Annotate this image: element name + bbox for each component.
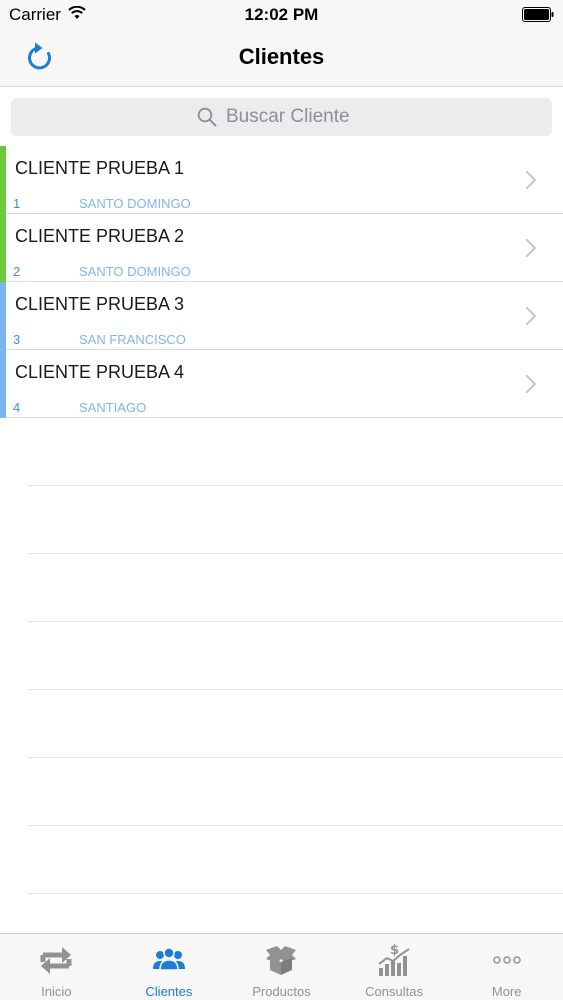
battery-icon	[522, 7, 554, 22]
chevron-right-icon	[525, 306, 537, 326]
client-name: CLIENTE PRUEBA 4	[15, 362, 185, 382]
users-icon	[152, 947, 185, 971]
client-city: SANTIAGO	[79, 400, 147, 415]
wifi-icon	[68, 6, 86, 19]
status-stripe	[0, 350, 6, 418]
navigation-bar: Clientes	[0, 30, 563, 87]
boxes-icon	[266, 946, 297, 975]
client-name: CLIENTE PRUEBA 3	[15, 294, 185, 314]
empty-row	[28, 690, 563, 758]
empty-list-area	[28, 418, 563, 894]
client-list: CLIENTE PRUEBA 1 1 SANTO DOMINGO CLIENTE PR…	[0, 146, 563, 418]
status-stripe	[0, 282, 6, 350]
client-name: CLIENTE PRUEBA 1	[15, 158, 185, 178]
client-code: 2	[13, 264, 21, 279]
empty-row	[28, 826, 563, 894]
more-dots-icon	[492, 956, 521, 964]
chevron-right-icon	[525, 238, 537, 258]
client-city: SAN FRANCISCO	[79, 332, 186, 347]
empty-row	[28, 758, 563, 826]
chevron-right-icon	[525, 170, 537, 190]
page-title: Clientes	[238, 44, 325, 69]
empty-row	[28, 554, 563, 622]
tab-clientes[interactable]: Clientes	[113, 934, 226, 1000]
client-name: CLIENTE PRUEBA 2	[15, 226, 185, 246]
chevron-right-icon	[525, 374, 537, 394]
tab-label: Consultas	[365, 984, 423, 999]
client-code: 4	[13, 400, 21, 415]
client-city: SANTO DOMINGO	[79, 196, 191, 211]
search-icon	[197, 107, 217, 127]
search-input[interactable]	[226, 106, 366, 128]
client-code: 3	[13, 332, 21, 347]
tab-label: More	[491, 984, 522, 999]
search-bar[interactable]	[11, 98, 552, 136]
chart-dollar-icon: $	[378, 943, 410, 976]
refresh-icon	[28, 42, 51, 70]
empty-row	[28, 418, 563, 486]
tab-productos[interactable]: Productos	[225, 934, 338, 1000]
empty-row	[28, 622, 563, 690]
tab-bar: Inicio Clientes Productos $ Consultas Mo…	[0, 933, 563, 1000]
swap-arrows-icon	[40, 947, 72, 974]
client-row[interactable]: CLIENTE PRUEBA 4 4 SANTIAGO	[0, 350, 563, 418]
empty-row	[28, 486, 563, 554]
tab-label: Inicio	[41, 984, 72, 999]
status-stripe	[0, 146, 6, 214]
status-bar: Carrier 12:02 PM	[0, 0, 563, 30]
client-row[interactable]: CLIENTE PRUEBA 3 3 SAN FRANCISCO	[0, 282, 563, 350]
client-row[interactable]: CLIENTE PRUEBA 2 2 SANTO DOMINGO	[0, 214, 563, 282]
tab-inicio[interactable]: Inicio	[0, 934, 113, 1000]
client-city: SANTO DOMINGO	[79, 264, 191, 279]
client-code: 1	[13, 196, 21, 211]
search-area	[0, 88, 563, 146]
screen: Carrier 12:02 PM Clientes Buscar Cliente…	[0, 0, 563, 1000]
tab-label: Productos	[252, 984, 311, 999]
refresh-button[interactable]	[22, 39, 58, 75]
tab-consultas[interactable]: $ Consultas	[338, 934, 451, 1000]
tab-more[interactable]: More	[450, 934, 563, 1000]
tab-label: Clientes	[145, 984, 193, 999]
carrier-label: Carrier	[9, 5, 61, 24]
status-stripe	[0, 214, 6, 282]
client-row[interactable]: CLIENTE PRUEBA 1 1 SANTO DOMINGO	[0, 146, 563, 214]
